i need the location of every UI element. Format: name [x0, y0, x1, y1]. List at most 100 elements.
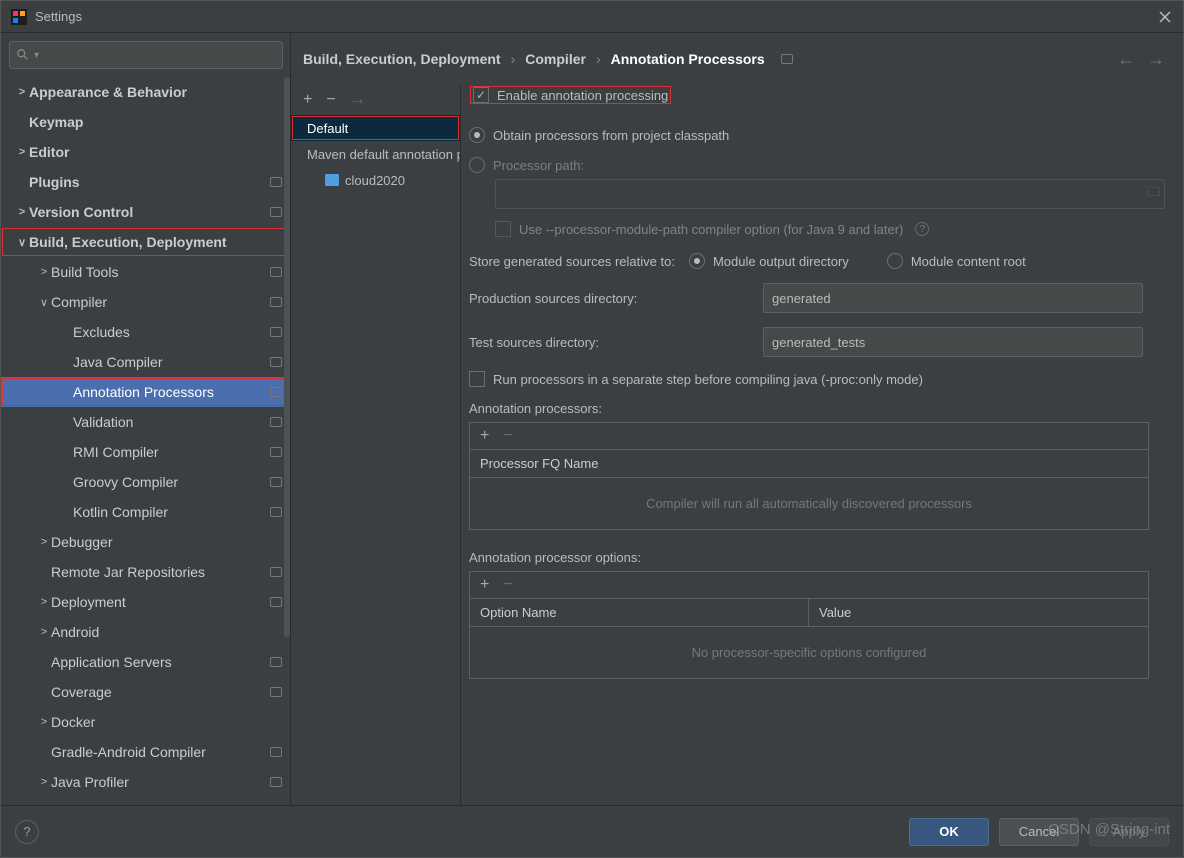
- cancel-button[interactable]: Cancel: [999, 818, 1079, 846]
- profile-item[interactable]: Default: [291, 115, 460, 141]
- nav-forward-icon[interactable]: →: [1147, 49, 1165, 70]
- enable-annotation-checkbox[interactable]: [473, 87, 489, 103]
- prod-dir-label: Production sources directory:: [469, 291, 749, 306]
- settings-tree[interactable]: >Appearance & BehaviorKeymap>EditorPlugi…: [1, 77, 290, 805]
- prod-dir-input[interactable]: generated: [763, 283, 1143, 313]
- profile-item[interactable]: Maven default annotation processors prof…: [291, 141, 460, 167]
- sidebar-item[interactable]: >Build Tools: [1, 257, 290, 287]
- sidebar-item-label: Editor: [29, 144, 282, 160]
- sidebar-item[interactable]: Annotation Processors: [1, 377, 290, 407]
- sidebar-item[interactable]: Validation: [1, 407, 290, 437]
- test-dir-input[interactable]: generated_tests: [763, 327, 1143, 357]
- profile-label: Maven default annotation processors prof…: [307, 147, 460, 162]
- table-empty-text: Compiler will run all automatically disc…: [470, 478, 1148, 529]
- chevron-icon: ∨: [15, 236, 29, 249]
- help-icon[interactable]: ?: [915, 222, 929, 236]
- sidebar-item[interactable]: Java Compiler: [1, 347, 290, 377]
- separate-step-checkbox[interactable]: [469, 371, 485, 387]
- profile-list[interactable]: Default Maven default annotation processo…: [291, 115, 460, 193]
- module-path-checkbox[interactable]: [495, 221, 511, 237]
- processor-path-radio[interactable]: [469, 157, 485, 173]
- project-badge-icon: [270, 357, 282, 367]
- project-badge-icon: [270, 267, 282, 277]
- project-badge-icon: [270, 657, 282, 667]
- project-badge-icon: [270, 477, 282, 487]
- project-badge-icon: [270, 687, 282, 697]
- enable-annotation-row: Enable annotation processing: [469, 85, 672, 105]
- add-processor-icon[interactable]: +: [480, 427, 489, 445]
- sidebar-item[interactable]: Groovy Compiler: [1, 467, 290, 497]
- sidebar-item[interactable]: >Version Control: [1, 197, 290, 227]
- move-profile-icon[interactable]: →: [350, 91, 366, 109]
- sidebar-item-label: Annotation Processors: [73, 384, 264, 400]
- folder-icon: [325, 174, 339, 186]
- breadcrumb-item[interactable]: Compiler: [525, 51, 586, 67]
- breadcrumb-item[interactable]: Build, Execution, Deployment: [303, 51, 501, 67]
- sidebar-item-label: Docker: [51, 714, 282, 730]
- project-badge-icon: [270, 417, 282, 427]
- store-relative-label: Store generated sources relative to:: [469, 254, 675, 269]
- sidebar-item[interactable]: >Java Profiler: [1, 767, 290, 797]
- add-option-icon[interactable]: +: [480, 576, 489, 594]
- profile-item[interactable]: cloud2020: [291, 167, 460, 193]
- folder-icon[interactable]: 🗀: [1147, 183, 1160, 205]
- project-badge-icon: [270, 327, 282, 337]
- chevron-icon: >: [15, 146, 29, 158]
- sidebar-item[interactable]: Kotlin Compiler: [1, 497, 290, 527]
- profile-label: Default: [307, 121, 348, 136]
- search-input[interactable]: ▾: [9, 41, 283, 69]
- ok-button[interactable]: OK: [909, 818, 989, 846]
- nav-back-icon[interactable]: ←: [1117, 49, 1135, 70]
- sidebar-item-label: Deployment: [51, 594, 264, 610]
- sidebar-item[interactable]: Application Servers: [1, 647, 290, 677]
- sidebar-item-label: Debugger: [51, 534, 282, 550]
- sidebar-item[interactable]: >Debugger: [1, 527, 290, 557]
- sidebar-item-label: Groovy Compiler: [73, 474, 264, 490]
- store-content-radio[interactable]: [887, 253, 903, 269]
- sidebar-item[interactable]: Excludes: [1, 317, 290, 347]
- remove-processor-icon: −: [503, 427, 512, 445]
- remove-profile-icon[interactable]: −: [326, 91, 335, 109]
- processor-path-input[interactable]: 🗀: [495, 179, 1165, 209]
- sidebar-item[interactable]: Gradle-Android Compiler: [1, 737, 290, 767]
- store-output-label: Module output directory: [713, 254, 849, 269]
- help-button[interactable]: ?: [15, 820, 39, 844]
- project-badge-icon: [270, 387, 282, 397]
- sidebar-item[interactable]: >Appearance & Behavior: [1, 77, 290, 107]
- table-header: Processor FQ Name: [470, 450, 1148, 477]
- sidebar-item-label: Appearance & Behavior: [29, 84, 282, 100]
- table-empty-text: No processor-specific options configured: [470, 627, 1148, 678]
- sidebar-item[interactable]: >Docker: [1, 707, 290, 737]
- project-badge-icon: [270, 297, 282, 307]
- sidebar-item[interactable]: >Android: [1, 617, 290, 647]
- table-header: Option Name: [470, 599, 809, 626]
- app-logo-icon: [11, 9, 27, 25]
- project-badge-icon: [270, 597, 282, 607]
- sidebar-item-label: Validation: [73, 414, 264, 430]
- sidebar-item[interactable]: >Editor: [1, 137, 290, 167]
- store-output-radio[interactable]: [689, 253, 705, 269]
- annotation-processors-label: Annotation processors:: [469, 401, 1165, 416]
- processor-options-label: Annotation processor options:: [469, 550, 1165, 565]
- scrollbar[interactable]: [284, 77, 290, 637]
- project-badge-icon: [270, 507, 282, 517]
- sidebar-item[interactable]: Coverage: [1, 677, 290, 707]
- sidebar-item-label: Android: [51, 624, 282, 640]
- chevron-icon: >: [15, 206, 29, 218]
- close-icon[interactable]: [1157, 9, 1173, 25]
- add-profile-icon[interactable]: +: [303, 91, 312, 109]
- sidebar-item[interactable]: Keymap: [1, 107, 290, 137]
- sidebar-item[interactable]: RMI Compiler: [1, 437, 290, 467]
- window-title: Settings: [35, 9, 1157, 24]
- project-badge-icon: [270, 567, 282, 577]
- sidebar-item-label: Application Servers: [51, 654, 264, 670]
- profile-label: cloud2020: [345, 173, 405, 188]
- chevron-icon: >: [37, 536, 51, 548]
- sidebar-item[interactable]: >Deployment: [1, 587, 290, 617]
- obtain-classpath-radio[interactable]: [469, 127, 485, 143]
- sidebar-item[interactable]: Remote Jar Repositories: [1, 557, 290, 587]
- sidebar-item[interactable]: ∨Build, Execution, Deployment: [1, 227, 290, 257]
- sidebar-item[interactable]: Plugins: [1, 167, 290, 197]
- sidebar-item-label: Kotlin Compiler: [73, 504, 264, 520]
- sidebar-item[interactable]: ∨Compiler: [1, 287, 290, 317]
